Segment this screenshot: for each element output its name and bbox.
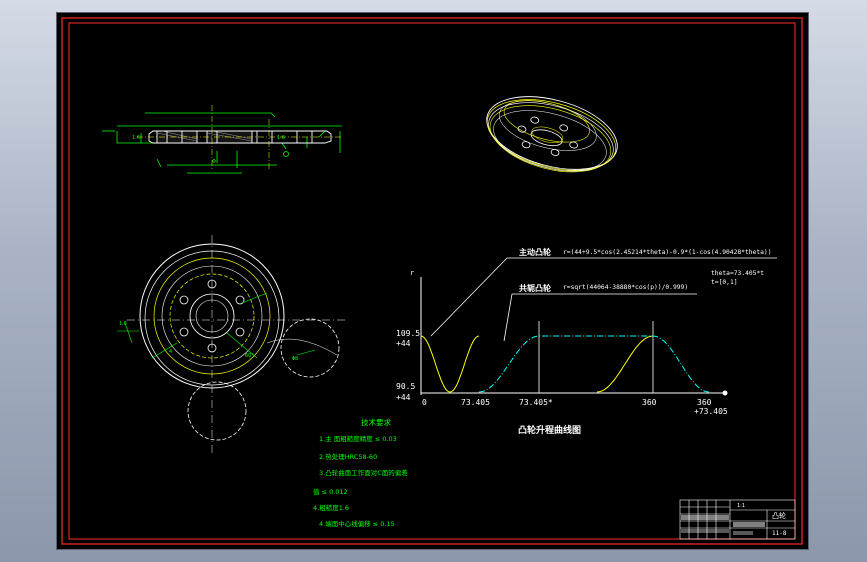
x-tick-label: 73.405*	[519, 398, 553, 407]
tech-notes-heading: 技术要求	[361, 417, 391, 427]
svg-text:Φ: Φ	[212, 159, 216, 165]
driving-cam-curve	[420, 335, 654, 393]
conjugate-cam-formula: r=sqrt(44064-38880*cos(p))/0.999)	[563, 284, 688, 291]
svg-text:4: 4	[169, 349, 172, 355]
technical-notes: 技术要求 1.主 面粗糙度精度 ≤ 0.03 2.热处理HRC58-60 3.凸…	[313, 417, 408, 528]
tech-note-item: 3.凸轮曲面工作面对C面的偏差	[319, 468, 408, 477]
title-block-scale: 1:1	[737, 503, 745, 509]
theta-note: theta=73.405*t	[711, 270, 764, 277]
svg-text:1.6: 1.6	[277, 135, 285, 141]
y-tick-sublabel: +44	[396, 339, 411, 348]
x-axis-arrow	[722, 390, 728, 396]
formula-annotations: 主动凸轮 r=(44+9.5*cos(2.45214*theta)-0.9*(1…	[430, 247, 777, 342]
driving-cam-label: 主动凸轮	[519, 247, 551, 257]
y-tick-sublabel: +44	[396, 393, 411, 402]
tech-note-item: 4.粗糙度1.6	[313, 503, 349, 512]
tech-note-item: 2.热处理HRC58-60	[319, 452, 377, 461]
tech-note-item: 值 ≤ 0.012	[313, 487, 348, 496]
theta-note: t=[0,1]	[711, 279, 738, 286]
section-view: 1:6 1.6 Φ	[102, 105, 342, 174]
title-block-drawing-number: 11-8	[772, 530, 787, 537]
x-tick-label: 360	[697, 398, 712, 407]
front-view: 4 60° 1.6 Φ8	[117, 235, 347, 453]
chart-title: 凸轮升程曲线图	[518, 424, 581, 436]
tech-note-item: 1.主 面粗糙度精度 ≤ 0.03	[319, 434, 397, 443]
x-tick-label: 360	[642, 398, 657, 407]
title-block-drawing-name: 凸轮	[772, 511, 786, 520]
x-tick-label: 73.405	[461, 398, 490, 407]
driving-cam-formula: r=(44+9.5*cos(2.45214*theta)-0.9*(1-cos(…	[563, 249, 772, 256]
y-axis-label: r	[410, 269, 414, 277]
tech-note-item: 4.端面中心线偏移 ≤ 0.15	[319, 519, 395, 528]
x-tick-label: 0	[422, 398, 427, 407]
y-tick-label: 90.5	[396, 382, 415, 391]
y-tick-label: 109.5	[396, 329, 420, 338]
svg-text:Φ8: Φ8	[292, 356, 298, 362]
svg-text:1:6: 1:6	[132, 135, 140, 141]
svg-text:60°: 60°	[245, 353, 254, 359]
x-tick-sublabel: +73.405	[694, 407, 728, 416]
drawing-sheet: 1:6 1.6 Φ 4 60° 1.6 Φ8 r 109.5 +44 90.5 …	[57, 13, 808, 549]
outer-frame	[61, 17, 803, 545]
inner-frame	[68, 22, 796, 540]
title-block: 凸轮 1:1 11-8	[679, 499, 796, 540]
conjugate-cam-label: 共轭凸轮	[519, 283, 551, 293]
conjugate-cam-curve	[478, 335, 710, 393]
isometric-view	[486, 96, 618, 173]
svg-text:1.6: 1.6	[119, 321, 127, 327]
